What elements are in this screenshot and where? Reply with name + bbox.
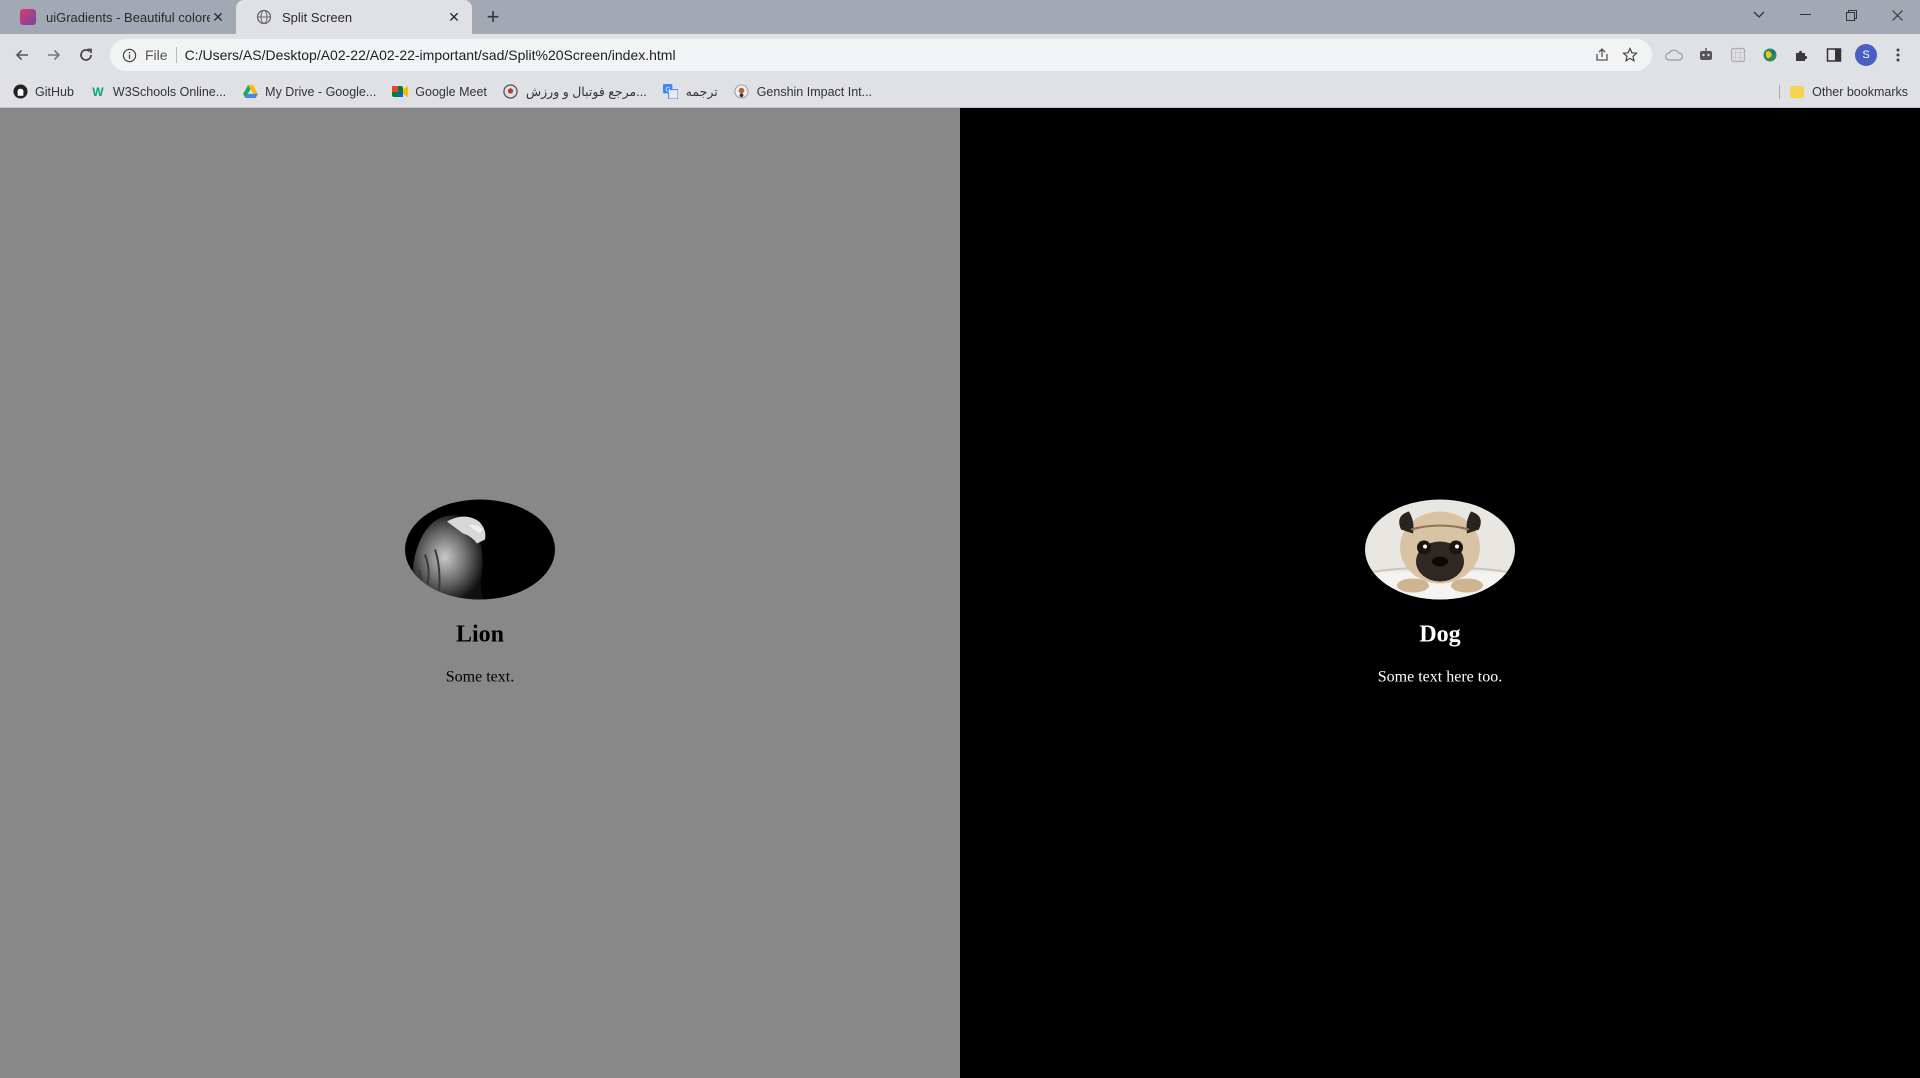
extensions-puzzle-icon[interactable] bbox=[1786, 39, 1818, 71]
url-text[interactable]: C:/Users/AS/Desktop/A02-22/A02-22-import… bbox=[185, 47, 1588, 63]
tab-strip: uiGradients - Beautiful colored gradient… bbox=[0, 0, 1920, 34]
dog-heading: Dog bbox=[1419, 621, 1461, 648]
forward-button[interactable] bbox=[38, 39, 70, 71]
menu-kebab-icon[interactable] bbox=[1882, 39, 1914, 71]
info-icon[interactable] bbox=[122, 48, 137, 63]
minimize-button[interactable] bbox=[1782, 0, 1828, 30]
svg-text:G: G bbox=[666, 86, 671, 94]
reload-icon bbox=[80, 48, 92, 61]
robot-extension-icon[interactable] bbox=[1690, 39, 1722, 71]
bookmark-label: GitHub bbox=[35, 84, 74, 99]
bookmark-w3schools[interactable]: W W3Schools Online... bbox=[90, 84, 226, 100]
scheme-label: File bbox=[145, 47, 177, 63]
bookmark-label: My Drive - Google... bbox=[265, 84, 377, 99]
tab-search-chevron-icon[interactable] bbox=[1736, 0, 1782, 30]
globe-icon bbox=[256, 9, 272, 25]
bookmark-label: Google Meet bbox=[415, 84, 487, 99]
browser-toolbar: File C:/Users/AS/Desktop/A02-22/A02-22-i… bbox=[0, 34, 1920, 76]
bookmark-google-meet[interactable]: Google Meet bbox=[392, 84, 487, 100]
new-tab-button[interactable]: + bbox=[476, 0, 510, 34]
google-drive-icon bbox=[242, 84, 258, 100]
bookmark-genshin[interactable]: Genshin Impact Int... bbox=[734, 84, 872, 100]
tab-split-screen[interactable]: Split Screen ✕ bbox=[236, 0, 472, 34]
bookmark-label: مرجع فوتبال و ورزش... bbox=[525, 85, 647, 99]
github-icon bbox=[12, 84, 28, 100]
genshin-icon bbox=[734, 84, 750, 100]
bookmark-label: W3Schools Online... bbox=[112, 84, 227, 99]
right-centered-block: Dog Some text here too. bbox=[1365, 499, 1515, 687]
share-icon[interactable] bbox=[1588, 41, 1616, 69]
restore-button[interactable] bbox=[1828, 0, 1874, 30]
pug-avatar-image bbox=[1365, 499, 1515, 600]
reload-button[interactable] bbox=[70, 39, 102, 71]
other-bookmarks-label: Other bookmarks bbox=[1812, 84, 1908, 99]
tab-uigradients[interactable]: uiGradients - Beautiful colored gradient… bbox=[0, 0, 236, 34]
back-button[interactable] bbox=[6, 39, 38, 71]
address-bar[interactable]: File C:/Users/AS/Desktop/A02-22/A02-22-i… bbox=[110, 39, 1652, 71]
close-tab-icon[interactable]: ✕ bbox=[210, 9, 226, 25]
folder-icon bbox=[1790, 85, 1805, 98]
profile-avatar[interactable]: S bbox=[1850, 39, 1882, 71]
bookmark-translate[interactable]: G ترجمه bbox=[663, 84, 718, 100]
side-panel-icon[interactable] bbox=[1818, 39, 1850, 71]
window-controls bbox=[1736, 0, 1920, 30]
left-centered-block: Lion Some text. bbox=[405, 499, 555, 687]
forward-arrow-icon bbox=[48, 49, 61, 61]
dog-text: Some text here too. bbox=[1377, 668, 1503, 686]
bookmark-my-drive[interactable]: My Drive - Google... bbox=[242, 84, 376, 100]
lion-text: Some text. bbox=[445, 668, 515, 686]
close-tab-icon[interactable]: ✕ bbox=[446, 9, 462, 25]
google-meet-icon bbox=[392, 84, 409, 100]
globe-extension-icon[interactable] bbox=[1754, 39, 1786, 71]
bookmarks-bar: GitHub W W3Schools Online... My Drive - … bbox=[0, 76, 1920, 108]
page-viewport: Lion Some text. Dog Some text here too. bbox=[0, 108, 1920, 1078]
bookmark-star-icon[interactable] bbox=[1616, 41, 1644, 69]
other-bookmarks[interactable]: Other bookmarks bbox=[1779, 84, 1908, 99]
cloud-extension-icon[interactable] bbox=[1658, 39, 1690, 71]
tab-title: uiGradients - Beautiful colored gradient… bbox=[46, 9, 210, 25]
bookmark-label: ترجمه bbox=[685, 85, 718, 99]
left-panel: Lion Some text. bbox=[0, 108, 960, 1078]
back-arrow-icon bbox=[15, 49, 28, 61]
bookmark-github[interactable]: GitHub bbox=[12, 84, 74, 100]
uigradients-favicon-icon bbox=[20, 9, 36, 25]
tab-title: Split Screen bbox=[282, 9, 353, 25]
translate-icon: G bbox=[663, 84, 679, 100]
extensions-area: S bbox=[1658, 39, 1914, 71]
right-panel: Dog Some text here too. bbox=[960, 108, 1920, 1078]
close-window-button[interactable] bbox=[1874, 0, 1920, 30]
bookmark-label: Genshin Impact Int... bbox=[756, 84, 873, 99]
w3schools-icon: W bbox=[92, 84, 104, 99]
avatar: S bbox=[1855, 44, 1877, 66]
football-icon bbox=[503, 84, 519, 100]
lion-heading: Lion bbox=[455, 621, 505, 648]
lion-avatar-image bbox=[405, 499, 555, 600]
bookmark-football[interactable]: مرجع فوتبال و ورزش... bbox=[503, 84, 647, 100]
grid-extension-icon[interactable] bbox=[1722, 39, 1754, 71]
